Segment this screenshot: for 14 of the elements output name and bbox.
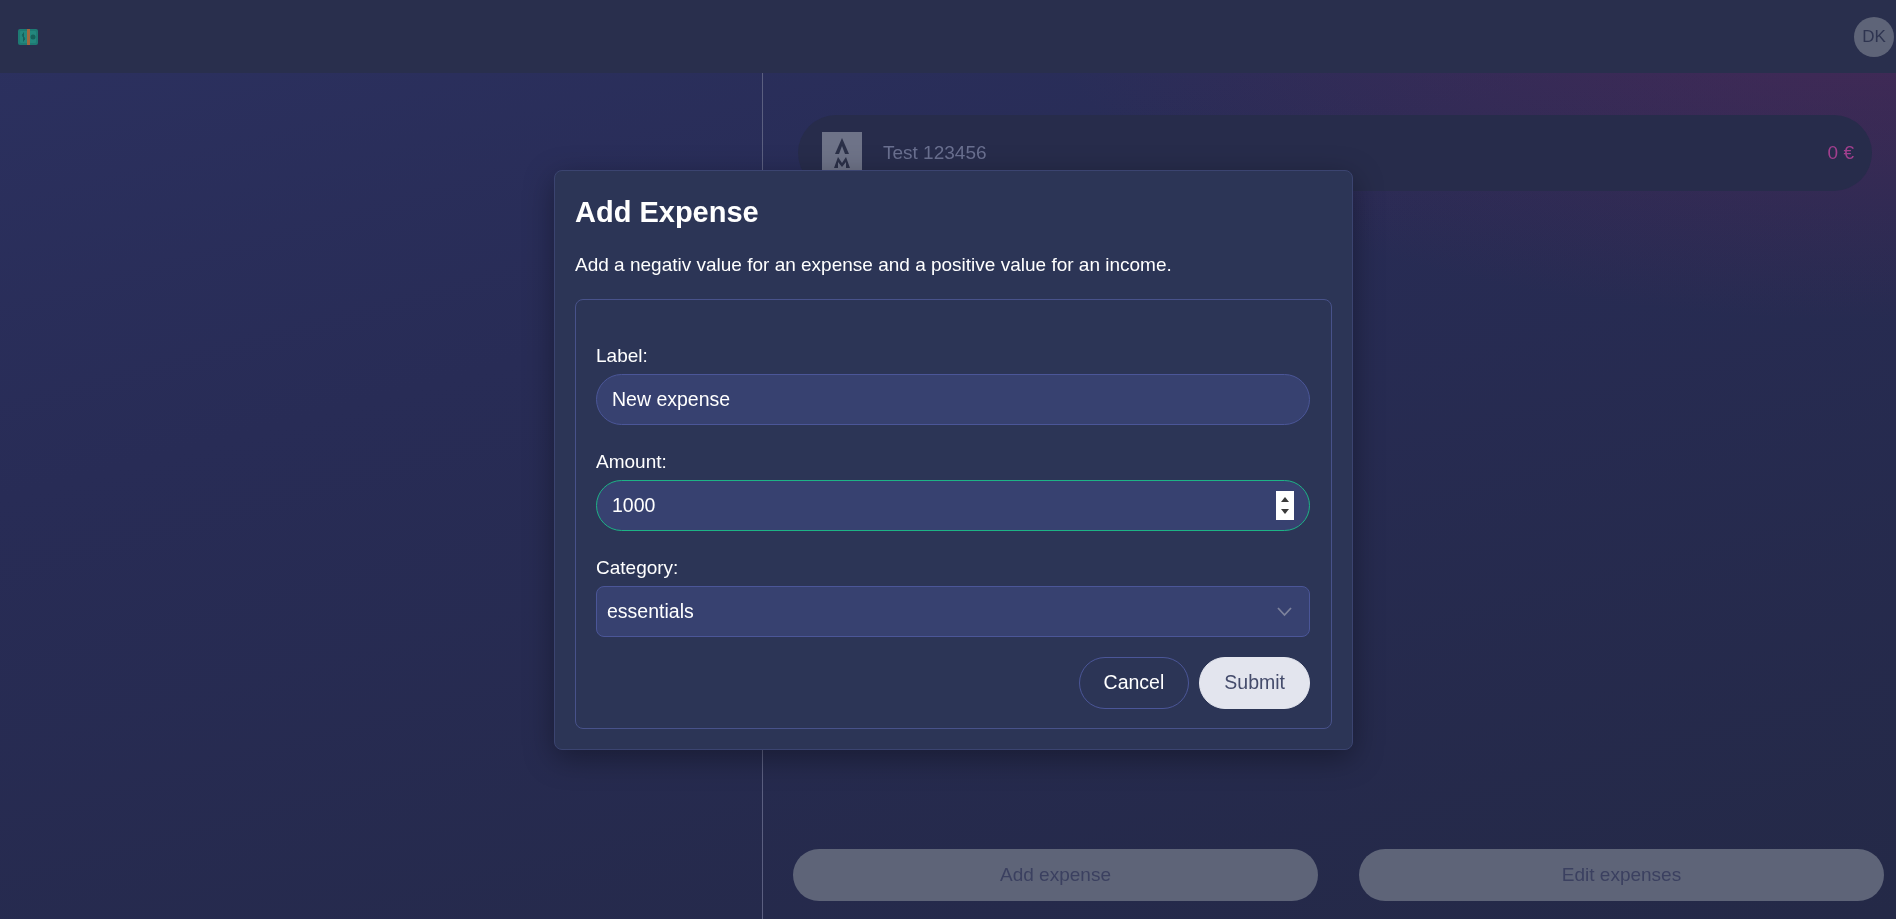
dialog-description: Add a negativ value for an expense and a positive value for an income. [575, 253, 1173, 277]
dialog-title: Add Expense [575, 195, 760, 229]
field-label: Label: [596, 345, 648, 367]
banknote-icon[interactable] [18, 28, 38, 45]
amount-field[interactable]: 1000 [596, 480, 1310, 531]
chevron-down-icon [1277, 606, 1292, 617]
submit-button[interactable]: Submit [1199, 657, 1310, 709]
expense-amount: 0 € [1827, 140, 1854, 165]
label-field[interactable]: New expense [596, 374, 1310, 425]
expense-label: Test 123456 [883, 140, 987, 165]
category-select[interactable]: essentials [596, 586, 1310, 637]
field-label: Category: [596, 557, 679, 579]
stepper-icon [1276, 491, 1294, 520]
field-label: Amount: [596, 451, 667, 473]
